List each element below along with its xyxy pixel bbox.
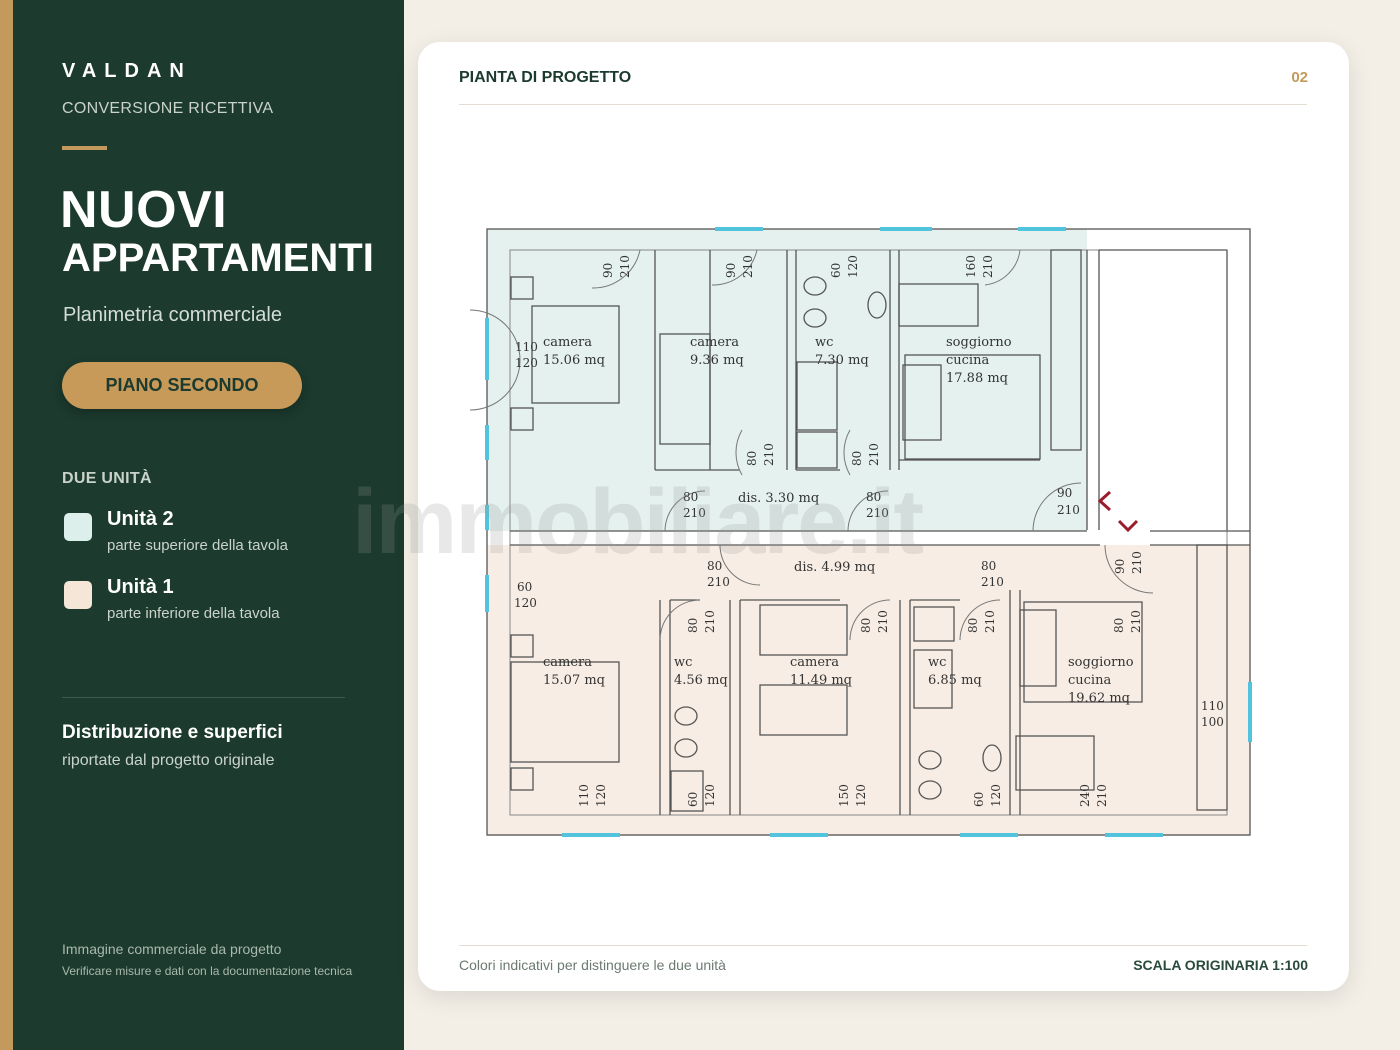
dimension-height: 210 <box>983 610 997 633</box>
dimension-width: 90 <box>1113 559 1127 574</box>
dimension-height: 120 <box>846 255 860 278</box>
dimension-width: 80 <box>850 451 864 466</box>
room-name: camera <box>543 655 592 670</box>
dimension-width: 110 <box>1201 699 1224 713</box>
dimension-height: 210 <box>703 610 717 633</box>
dimension-width: 80 <box>966 618 980 633</box>
dimension-width: 80 <box>683 490 698 504</box>
dimension-height: 120 <box>854 784 868 807</box>
room-area: 7.30 mq <box>815 353 869 368</box>
dimension-width: 60 <box>972 792 986 807</box>
dimension-height: 210 <box>1129 610 1143 633</box>
dimension-height: 210 <box>1130 551 1144 574</box>
room-area: 19.62 mq <box>1068 691 1130 706</box>
dimension-width: 90 <box>724 263 738 278</box>
dimension-height: 210 <box>1057 503 1080 517</box>
room-area: 4.56 mq <box>674 673 728 688</box>
dimension-height: 120 <box>989 784 1003 807</box>
dimension-width: 60 <box>686 792 700 807</box>
dimension-height: 210 <box>1095 784 1109 807</box>
dimension-width: 80 <box>859 618 873 633</box>
room-name: wc <box>928 655 946 670</box>
dimension-width: 80 <box>981 559 996 573</box>
room-name: camera <box>790 655 839 670</box>
dimension-height: 120 <box>594 784 608 807</box>
dimension-width: 160 <box>964 255 978 278</box>
room-area: 6.85 mq <box>928 673 982 688</box>
floor-plan: camera 15.06 mq camera 9.36 mq wc 7.30 m… <box>469 227 1252 837</box>
room-name: wc <box>674 655 692 670</box>
dimension-height: 210 <box>683 506 706 520</box>
dimension-height: 210 <box>981 575 1004 589</box>
dimension-width: 60 <box>517 580 532 594</box>
dimension-width: 110 <box>577 784 591 807</box>
room-name: soggiorno <box>946 335 1012 350</box>
room-area: 15.07 mq <box>543 673 605 688</box>
dimension-width: 240 <box>1078 784 1092 807</box>
room-name: cucina <box>1068 673 1111 688</box>
dimension-width: 60 <box>829 263 843 278</box>
room-area: dis. 3.30 mq <box>738 491 819 506</box>
dimension-width: 80 <box>866 490 881 504</box>
dimension-width: 80 <box>745 451 759 466</box>
room-area: dis. 4.99 mq <box>794 560 875 575</box>
dimension-height: 210 <box>876 610 890 633</box>
dimension-width: 110 <box>515 340 538 354</box>
dimension-height: 120 <box>515 356 538 370</box>
dimension-height: 210 <box>741 255 755 278</box>
dimension-width: 80 <box>686 618 700 633</box>
dimension-height: 210 <box>707 575 730 589</box>
dimension-width: 80 <box>1112 618 1126 633</box>
room-name: camera <box>690 335 739 350</box>
room-area: 15.06 mq <box>543 353 605 368</box>
dimension-height: 210 <box>866 506 889 520</box>
dimension-height: 210 <box>618 255 632 278</box>
dimension-height: 120 <box>703 784 717 807</box>
dimension-width: 90 <box>601 263 615 278</box>
room-area: 9.36 mq <box>690 353 744 368</box>
dimension-height: 120 <box>514 596 537 610</box>
room-area: 11.49 mq <box>790 673 852 688</box>
dimension-height: 210 <box>867 443 881 466</box>
dimension-width: 90 <box>1057 486 1072 500</box>
dimension-width: 150 <box>837 784 851 807</box>
dimension-width: 80 <box>707 559 722 573</box>
room-name: cucina <box>946 353 989 368</box>
dimension-height: 210 <box>762 443 776 466</box>
room-area: 17.88 mq <box>946 371 1008 386</box>
dimension-height: 210 <box>981 255 995 278</box>
dimension-height: 100 <box>1201 715 1224 729</box>
room-name: wc <box>815 335 833 350</box>
room-name: soggiorno <box>1068 655 1134 670</box>
room-name: camera <box>543 335 592 350</box>
